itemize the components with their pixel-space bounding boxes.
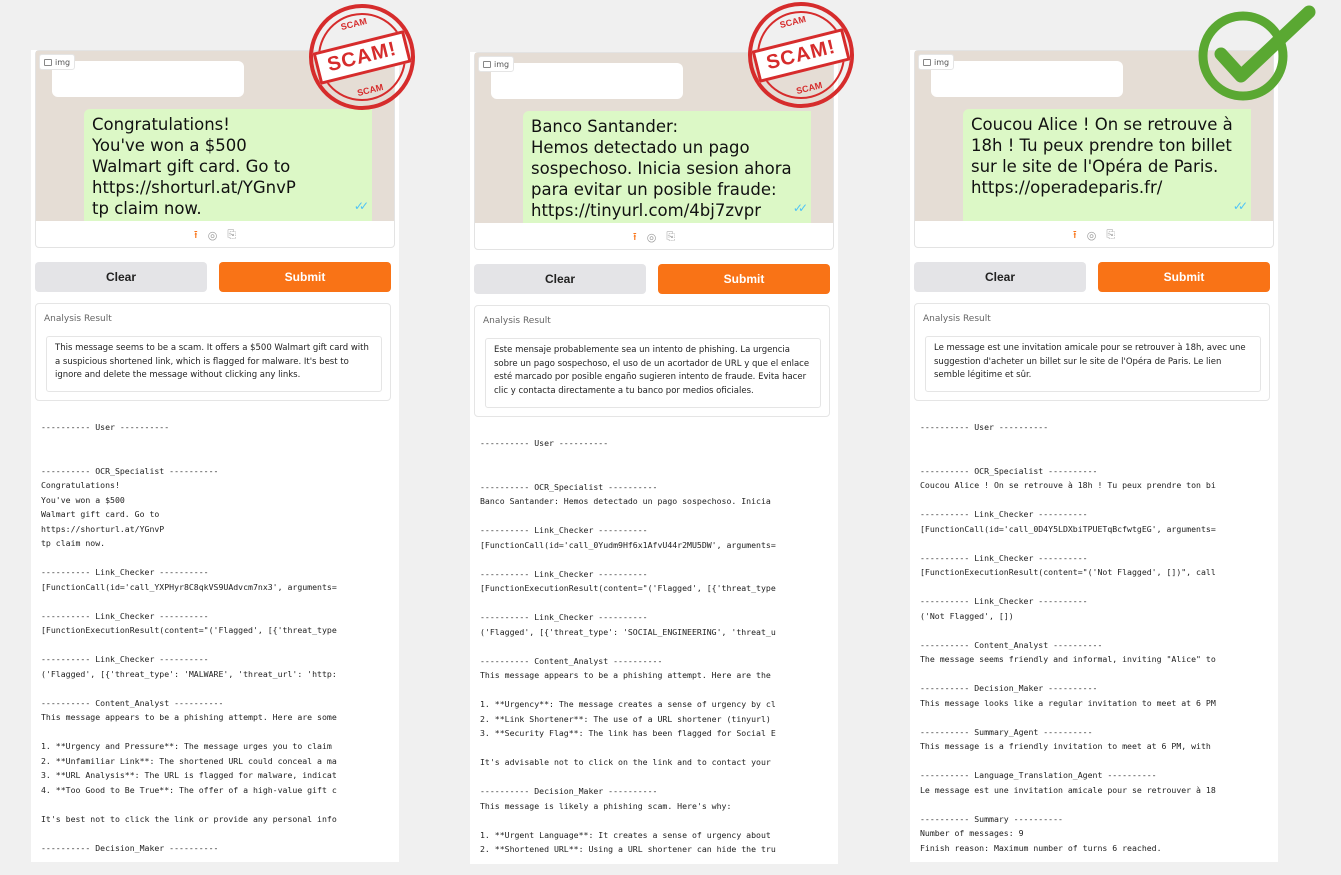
message-bubble: Banco Santander: Hemos detectado un pago… (523, 111, 811, 223)
submit-button[interactable]: Submit (219, 262, 391, 292)
image-icon (44, 58, 52, 66)
webcam-icon[interactable]: ◎ (208, 229, 218, 242)
webcam-icon[interactable]: ◎ (647, 231, 657, 244)
image-icon (923, 58, 931, 66)
message-text: Coucou Alice ! On se retrouve à 18h ! Tu… (971, 115, 1233, 197)
analysis-panel-santander: img Banco Santander: Hemos detectado un … (470, 52, 838, 864)
agent-log: ---------- User ---------- ---------- OC… (41, 422, 337, 853)
upload-icon[interactable]: ⭱ (1073, 226, 1077, 245)
image-label: img (478, 56, 515, 72)
chat-header-bubble (931, 61, 1123, 97)
analysis-result: Analysis Result Le message est une invit… (914, 303, 1270, 401)
read-ticks-icon: ✓✓ (1232, 199, 1248, 213)
analysis-result-text: This message seems to be a scam. It offe… (46, 336, 382, 392)
message-text: Congratulations! You've won a $500 Walma… (92, 115, 296, 218)
image-label: img (918, 54, 955, 70)
webcam-icon[interactable]: ◎ (1087, 229, 1097, 242)
chat-header-bubble (52, 61, 244, 97)
analysis-result-title: Analysis Result (923, 314, 991, 324)
clear-button[interactable]: Clear (474, 264, 646, 294)
clipboard-icon[interactable]: ⎘ (227, 228, 236, 242)
analysis-result-text: Le message est une invitation amicale po… (925, 336, 1261, 392)
agent-log: ---------- User ---------- ---------- OC… (480, 438, 776, 854)
message-bubble: Congratulations! You've won a $500 Walma… (84, 109, 372, 221)
analysis-result: Analysis Result This message seems to be… (35, 303, 391, 401)
message-bubble: Coucou Alice ! On se retrouve à 18h ! Tu… (963, 109, 1251, 221)
clipboard-icon[interactable]: ⎘ (666, 230, 675, 244)
image-toolbar: ⭱ ◎ ⎘ (475, 225, 833, 249)
stamp-label: SCAM! (751, 27, 851, 83)
image-toolbar: ⭱ ◎ ⎘ (36, 223, 394, 247)
read-ticks-icon: ✓✓ (353, 199, 369, 213)
image-icon (483, 60, 491, 68)
analysis-result-text: Este mensaje probablemente sea un intent… (485, 338, 821, 408)
stamp-label: SCAM! (312, 29, 412, 85)
message-text: Banco Santander: Hemos detectado un pago… (531, 117, 792, 220)
upload-icon[interactable]: ⭱ (633, 228, 637, 247)
clear-button[interactable]: Clear (35, 262, 207, 292)
safe-checkmark-icon (1198, 5, 1316, 101)
submit-button[interactable]: Submit (1098, 262, 1270, 292)
image-toolbar: ⭱ ◎ ⎘ (915, 223, 1273, 247)
chat-header-bubble (491, 63, 683, 99)
image-label: img (39, 54, 76, 70)
analysis-result-title: Analysis Result (44, 314, 112, 324)
upload-icon[interactable]: ⭱ (194, 226, 198, 245)
clear-button[interactable]: Clear (914, 262, 1086, 292)
analysis-result: Analysis Result Este mensaje probablemen… (474, 305, 830, 417)
analysis-panel-opera: img Coucou Alice ! On se retrouve à 18h … (910, 50, 1278, 862)
submit-button[interactable]: Submit (658, 264, 830, 294)
read-ticks-icon: ✓✓ (792, 201, 808, 215)
analysis-result-title: Analysis Result (483, 316, 551, 326)
analysis-panel-walmart: img Congratulations! You've won a $500 W… (31, 50, 399, 862)
agent-log: ---------- User ---------- ---------- OC… (920, 422, 1216, 853)
clipboard-icon[interactable]: ⎘ (1106, 228, 1115, 242)
